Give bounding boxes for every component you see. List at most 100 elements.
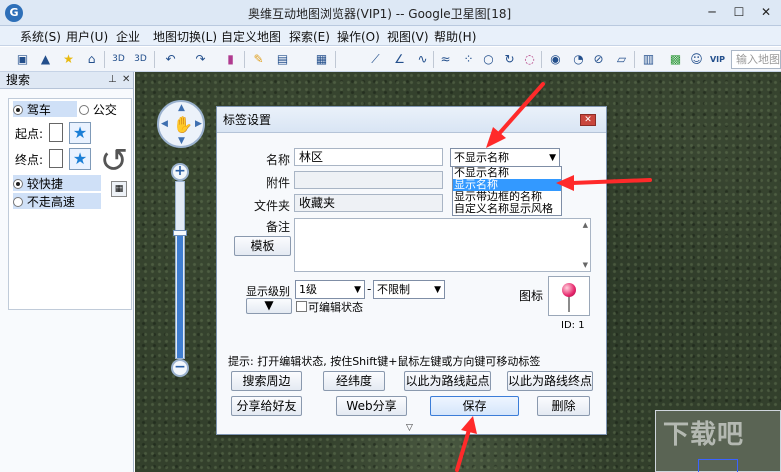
option-show-name[interactable]: 显示名称 <box>453 179 561 191</box>
menu-system[interactable]: 系统(S) <box>20 28 61 45</box>
route-start-button[interactable]: 以此为路线起点 <box>404 371 491 391</box>
network-icon[interactable]: ⌂ <box>83 51 100 68</box>
person-icon[interactable]: ☺ <box>688 51 705 68</box>
option-bordered-name[interactable]: 显示带边框的名称 <box>453 191 561 203</box>
scroll-up-icon[interactable]: ▲ <box>583 221 588 229</box>
chevron-down-icon: ▼ <box>434 285 441 295</box>
attach-input[interactable] <box>294 171 443 189</box>
menu-map-switch[interactable]: 地图切换(L) <box>153 28 217 45</box>
name-display-select[interactable]: 不显示名称 ▼ <box>450 148 560 167</box>
close-icon[interactable]: ✕ <box>754 3 778 22</box>
folder-input[interactable]: 收藏夹 <box>294 194 443 212</box>
drive-radio[interactable] <box>13 104 23 115</box>
menu-custom-map[interactable]: 自定义地图 <box>221 28 281 45</box>
route-end-button[interactable]: 以此为路线终点 <box>507 371 593 391</box>
pan-right-icon[interactable]: ▶ <box>195 119 202 129</box>
zoom-in-button[interactable]: + <box>171 163 189 181</box>
option-no-name[interactable]: 不显示名称 <box>453 167 561 179</box>
map-doc-icon[interactable]: ▦ <box>313 51 330 68</box>
transit-radio[interactable] <box>79 104 89 115</box>
redo-icon[interactable]: ↷ <box>192 51 209 68</box>
swap-route-icon[interactable]: ↺ <box>99 138 129 184</box>
expand-arrow-button[interactable]: ▼ <box>246 298 292 314</box>
scatter-icon[interactable]: ⁘ <box>460 51 477 68</box>
pan-down-icon[interactable]: ▼ <box>178 136 185 146</box>
start-point-field[interactable] <box>49 123 63 142</box>
gps-icon[interactable]: ◌ <box>521 51 538 68</box>
minimize-icon[interactable]: ─ <box>700 3 724 22</box>
fast-radio[interactable] <box>13 178 23 189</box>
3d-2d-icon[interactable]: 3D <box>132 51 149 68</box>
calculator-icon[interactable]: ▥ <box>640 51 657 68</box>
line-icon[interactable]: ⟋ <box>367 51 384 68</box>
option-fast[interactable]: 较快捷 <box>13 175 101 191</box>
search-panel: 搜索 ⊥ ✕ 驾车 公交 起点: ★ 终点: ★ ↺ 较快捷 不走高速 ▦ <box>0 72 134 472</box>
menu-view[interactable]: 视图(V) <box>387 28 429 45</box>
delete-button[interactable]: 删除 <box>537 396 590 416</box>
pan-control[interactable]: ▲ ▼ ◀ ▶ ✋ <box>157 100 205 148</box>
mode-drive[interactable]: 驾车 <box>13 101 77 117</box>
dialog-close-icon[interactable]: ✕ <box>580 114 596 126</box>
save-button[interactable]: 保存 <box>430 396 519 416</box>
note-textarea[interactable]: ▲ ▼ <box>294 218 591 272</box>
3d-icon[interactable]: 3D <box>110 51 127 68</box>
dialog-expand-icon[interactable]: ▽ <box>406 423 413 433</box>
card-icon[interactable]: ▤ <box>274 51 291 68</box>
share-friend-button[interactable]: 分享给好友 <box>231 396 302 416</box>
icon-preview-box[interactable] <box>548 276 590 316</box>
vip-icon[interactable]: VIP <box>709 51 726 68</box>
editable-checkbox[interactable] <box>296 301 307 312</box>
menu-operate[interactable]: 操作(O) <box>337 28 380 45</box>
minimap-viewport[interactable] <box>698 459 738 472</box>
angle-icon[interactable]: ∠ <box>391 51 408 68</box>
zoom-out-button[interactable]: − <box>171 359 189 377</box>
eraser-icon[interactable]: ▱ <box>613 51 630 68</box>
menu-enterprise[interactable]: 企业 <box>116 28 140 45</box>
pin-icon[interactable]: ⊥ <box>108 72 117 88</box>
web-share-button[interactable]: Web分享 <box>336 396 407 416</box>
pan-left-icon[interactable]: ◀ <box>161 119 168 129</box>
path-icon[interactable]: ≈ <box>437 51 454 68</box>
option-custom-style[interactable]: 自定义名称显示风格 <box>453 203 561 215</box>
level-from-select[interactable]: 1级 ▼ <box>295 280 365 299</box>
circle-icon[interactable]: ○ <box>480 51 497 68</box>
star-icon[interactable]: ★ <box>60 51 77 68</box>
globe-icon[interactable]: ◉ <box>547 51 564 68</box>
level-to-select[interactable]: 不限制 ▼ <box>373 280 445 299</box>
bookmark-icon[interactable]: ▲ <box>37 51 54 68</box>
start-star-icon[interactable]: ★ <box>69 122 91 144</box>
undo-icon[interactable]: ↶ <box>162 51 179 68</box>
maximize-icon[interactable]: ☐ <box>727 3 751 22</box>
zoom-slider-thumb[interactable] <box>173 230 187 236</box>
curve-icon[interactable]: ∿ <box>414 51 431 68</box>
rotate-icon[interactable]: ↻ <box>501 51 518 68</box>
end-star-icon[interactable]: ★ <box>69 148 91 170</box>
menu-help[interactable]: 帮助(H) <box>434 28 476 45</box>
mode-transit[interactable]: 公交 <box>79 101 117 117</box>
ruler-icon[interactable]: ⊘ <box>590 51 607 68</box>
scroll-down-icon[interactable]: ▼ <box>583 261 588 269</box>
fast-label: 较快捷 <box>26 177 63 191</box>
template-button[interactable]: 模板 <box>234 236 291 256</box>
pencil-icon[interactable]: ✎ <box>250 51 267 68</box>
name-display-dropdown[interactable]: 不显示名称 显示名称 显示带边框的名称 自定义名称显示风格 <box>452 166 562 216</box>
menu-user[interactable]: 用户(U) <box>66 28 108 45</box>
hand-icon: ✋ <box>173 115 193 134</box>
no-highway-radio[interactable] <box>13 196 23 207</box>
panel-close-icon[interactable]: ✕ <box>122 72 130 88</box>
delete-icon[interactable]: ▮ <box>222 51 239 68</box>
option-no-highway[interactable]: 不走高速 <box>13 193 101 209</box>
name-input[interactable]: 林区 <box>294 148 443 166</box>
chat-icon[interactable]: ▩ <box>667 51 684 68</box>
watermark-logo: 下载吧 <box>663 420 745 450</box>
zoom-slider[interactable] <box>173 181 187 359</box>
menu-explore[interactable]: 探索(E) <box>289 28 330 45</box>
map-search-input[interactable]: 输入地图 <box>731 50 781 69</box>
calculator-button-icon[interactable]: ▦ <box>111 181 127 197</box>
lat-lng-button[interactable]: 经纬度 <box>323 371 385 391</box>
end-point-field[interactable] <box>49 149 63 168</box>
save-icon[interactable]: ▣ <box>14 51 31 68</box>
pan-up-icon[interactable]: ▲ <box>178 103 185 113</box>
search-nearby-button[interactable]: 搜索周边 <box>231 371 302 391</box>
clock-icon[interactable]: ◔ <box>570 51 587 68</box>
